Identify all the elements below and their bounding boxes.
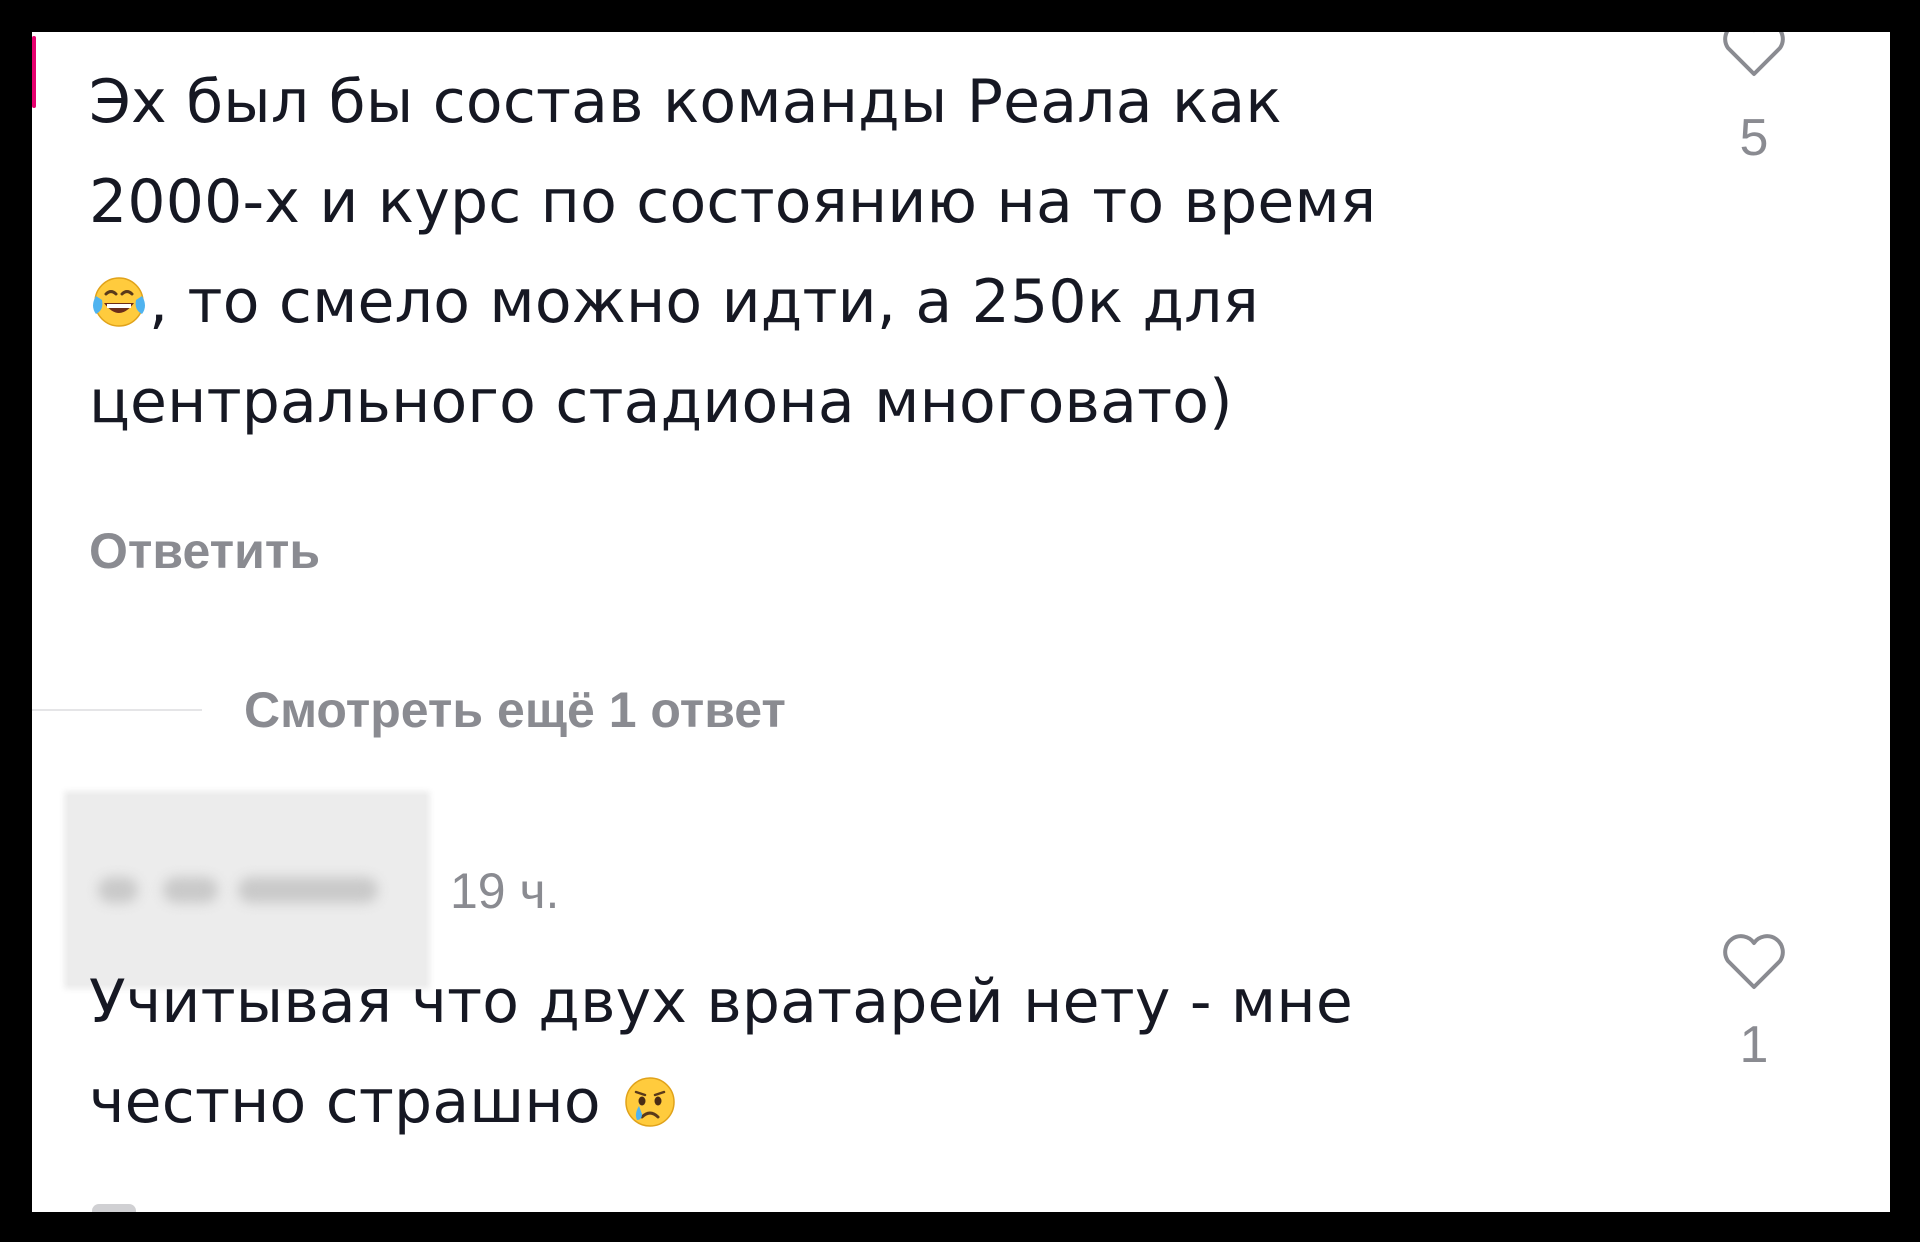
edge-accent — [32, 36, 36, 108]
comment-1-line-4: центрального стадиона многовато) — [89, 367, 1233, 437]
comment-1-line-2: 2000-х и курс по состоянию на то время — [89, 167, 1377, 237]
reply-button[interactable]: Ответить — [89, 522, 320, 580]
comment-2-line-2: честно страшно — [89, 1067, 601, 1137]
view-more-replies-label: Смотреть ещё 1 ответ — [244, 682, 786, 738]
comment-2-like-count: 1 — [1739, 1016, 1769, 1074]
view-more-replies-button[interactable]: Смотреть ещё 1 ответ — [32, 675, 786, 745]
comment-2-text: Учитывая что двух вратарей нету - мне че… — [89, 952, 1353, 1152]
tears-of-joy-emoji-icon — [89, 272, 149, 332]
comment-1-text: Эх был бы состав команды Реала как 2000-… — [89, 52, 1376, 452]
comment-2-timestamp: 19 ч. — [450, 863, 560, 919]
comment-1-like-count: 5 — [1739, 109, 1769, 167]
replies-divider-line — [32, 709, 202, 711]
crying-face-emoji-icon — [620, 1072, 680, 1132]
comment-1-line-3: , то смело можно идти, а 250к для — [149, 267, 1259, 337]
comment-2-like-button[interactable]: 1 — [1699, 927, 1809, 1075]
comment-1-like-button[interactable]: 5 — [1699, 32, 1809, 168]
heart-icon — [1723, 934, 1785, 989]
next-comment-avatar-edge — [92, 1204, 136, 1212]
comment-1-line-1: Эх был бы состав команды Реала как — [89, 67, 1282, 137]
comments-panel: Эх был бы состав команды Реала как 2000-… — [32, 32, 1890, 1212]
heart-icon — [1723, 32, 1785, 76]
comment-2-line-1: Учитывая что двух вратарей нету - мне — [89, 967, 1353, 1037]
